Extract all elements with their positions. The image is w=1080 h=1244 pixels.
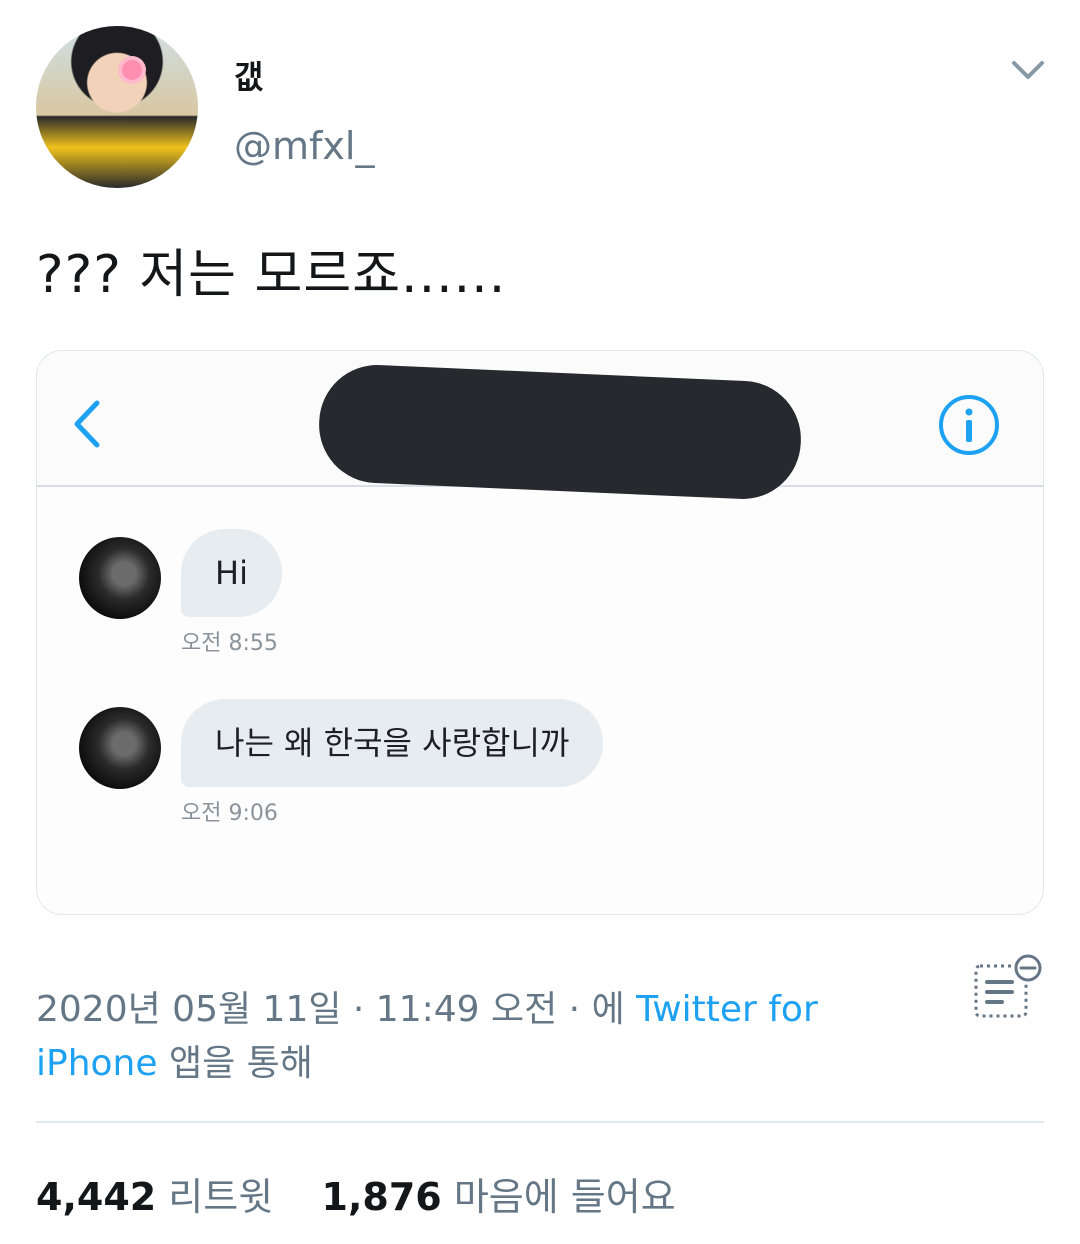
retweet-label: 리트윗 [168,1175,274,1219]
info-icon [939,395,999,455]
dm-header [37,351,1043,502]
divider [36,1121,1044,1123]
hide-reply-icon[interactable] [972,952,1044,1024]
back-icon [74,400,100,448]
message-bubble: 나는 왜 한국을 사랑합니까 [181,699,604,787]
tweet-timestamp: 2020년 05월 11일 · 11:49 오전 · 에 [36,989,625,1030]
likes-stat[interactable]: 1,876 마음에 들어요 [322,1175,676,1219]
display-name[interactable]: 갮 [234,52,263,98]
redacted-name [316,362,804,502]
flower-decoration [122,60,142,80]
profile-avatar[interactable] [36,26,198,188]
retweet-count: 4,442 [36,1175,157,1219]
like-count: 1,876 [321,1175,442,1219]
attached-image[interactable]: Hi 오전 8:55 나는 왜 한국을 사랑합니까 오전 9:06 [36,350,1044,915]
message-time: 오전 9:06 [181,801,278,826]
chevron-down-icon[interactable] [1010,58,1046,82]
source-suffix: 앱을 통해 [168,1043,313,1084]
retweets-stat[interactable]: 4,442 리트윗 [36,1175,273,1219]
user-handle[interactable]: @mfxl_ [234,124,374,168]
message-bubble: Hi [181,529,282,617]
tweet-meta: 2020년 05월 11일 · 11:49 오전 · 에 Twitter for… [36,983,856,1091]
like-label: 마음에 들어요 [453,1175,676,1219]
tweet-text: ??? 저는 모르죠...... [36,245,507,305]
message-time: 오전 8:55 [181,631,278,656]
tweet-stats: 4,442 리트윗 1,876 마음에 들어요 [36,1166,676,1221]
dm-sender-avatar [79,707,161,789]
dm-sender-avatar [79,537,161,619]
